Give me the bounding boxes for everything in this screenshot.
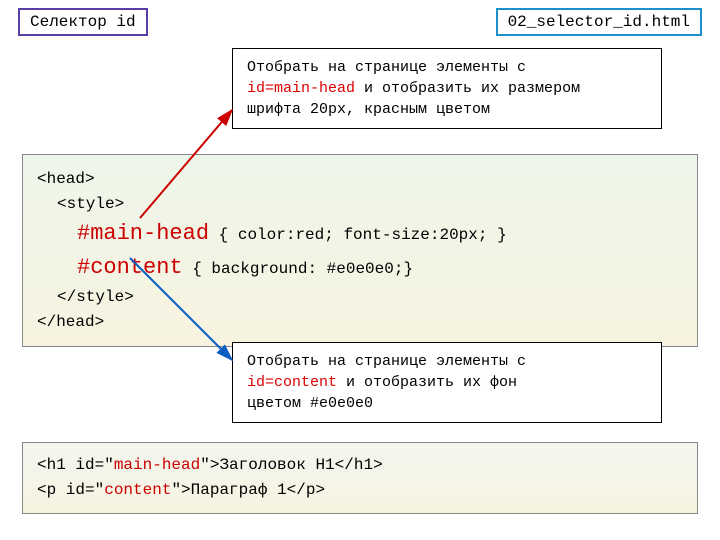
- callout-bottom-line3: цветом #e0e0e0: [247, 395, 373, 412]
- h1-open: <h1 id=": [37, 456, 114, 474]
- code-line-rule2: #content { background: #e0e0e0;}: [77, 251, 683, 285]
- h1-id: main-head: [114, 456, 200, 474]
- callout-bottom-line2: и отобразить их фон: [337, 374, 517, 391]
- title-text: Селектор id: [30, 13, 136, 31]
- code-line-style-open: <style>: [57, 192, 683, 217]
- title-box: Селектор id: [18, 8, 148, 36]
- code-line-head-open: <head>: [37, 167, 683, 192]
- callout-top-id: id=main-head: [247, 80, 355, 97]
- callout-top-line2: и отобразить их размером: [355, 80, 580, 97]
- code-line-style-close: </style>: [57, 285, 683, 310]
- callout-bottom-id: id=content: [247, 374, 337, 391]
- code-line-rule1: #main-head { color:red; font-size:20px; …: [77, 217, 683, 251]
- code-main-block: <head> <style> #main-head { color:red; f…: [22, 154, 698, 347]
- code-h1-line: <h1 id="main-head">Заголовок H1</h1>: [37, 453, 683, 478]
- filename-text: 02_selector_id.html: [508, 13, 690, 31]
- selector-content: #content: [77, 255, 183, 280]
- code-bottom-block: <h1 id="main-head">Заголовок H1</h1> <p …: [22, 442, 698, 514]
- code-p-line: <p id="content">Параграф 1</p>: [37, 478, 683, 503]
- code-line-head-close: </head>: [37, 310, 683, 335]
- p-open: <p id=": [37, 481, 104, 499]
- callout-bottom-line1: Отобрать на странице элементы с: [247, 353, 526, 370]
- h1-close: ">Заголовок H1</h1>: [200, 456, 382, 474]
- selector-main-head: #main-head: [77, 221, 209, 246]
- rule-content: { background: #e0e0e0;}: [183, 260, 413, 278]
- p-close: ">Параграф 1</p>: [171, 481, 325, 499]
- filename-box: 02_selector_id.html: [496, 8, 702, 36]
- rule-main-head: { color:red; font-size:20px; }: [209, 226, 507, 244]
- callout-top-line3: шрифта 20px, красным цветом: [247, 101, 490, 118]
- callout-top: Отобрать на странице элементы с id=main-…: [232, 48, 662, 129]
- callout-bottom: Отобрать на странице элементы с id=conte…: [232, 342, 662, 423]
- callout-top-line1: Отобрать на странице элементы с: [247, 59, 526, 76]
- p-id: content: [104, 481, 171, 499]
